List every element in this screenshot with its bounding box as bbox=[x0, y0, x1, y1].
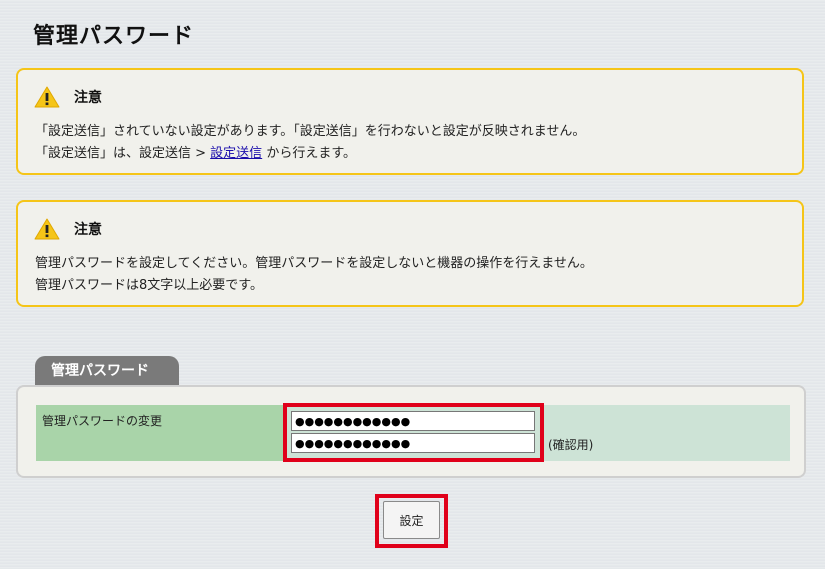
page-title: 管理パスワード bbox=[33, 24, 195, 49]
notice-unsent-settings: 注意 「設定送信」されていない設定があります。「設定送信」を行わないと設定が反映… bbox=[16, 68, 804, 175]
password-change-label: 管理パスワードの変更 bbox=[36, 405, 285, 461]
send-settings-link[interactable]: 設定送信 bbox=[210, 146, 262, 161]
warning-icon bbox=[34, 218, 60, 240]
notice-title: 注意 bbox=[74, 222, 102, 238]
new-password-input[interactable] bbox=[291, 411, 535, 431]
confirm-password-input[interactable] bbox=[291, 433, 535, 453]
notice-header: 注意 bbox=[34, 218, 102, 240]
notice-header: 注意 bbox=[34, 86, 102, 108]
warning-icon bbox=[34, 86, 60, 108]
notice-password-required: 注意 管理パスワードを設定してください。管理パスワードを設定しないと機器の操作を… bbox=[16, 200, 804, 307]
set-button[interactable]: 設定 bbox=[383, 501, 440, 539]
notice-text: から行えます。 bbox=[262, 146, 357, 161]
section-tab-admin-password: 管理パスワード bbox=[35, 356, 179, 386]
notice-message-line2: 管理パスワードは8文字以上必要です。 bbox=[35, 278, 263, 293]
notice-text: 「設定送信」は、設定送信 > bbox=[35, 146, 211, 161]
notice-message-line2: 「設定送信」は、設定送信 > 設定送信 から行えます。 bbox=[35, 142, 356, 161]
confirm-note: (確認用) bbox=[548, 438, 594, 452]
notice-message: 「設定送信」されていない設定があります。「設定送信」を行わないと設定が反映されま… bbox=[35, 124, 586, 139]
notice-title: 注意 bbox=[74, 90, 102, 106]
notice-message: 管理パスワードを設定してください。管理パスワードを設定しないと機器の操作を行えま… bbox=[35, 256, 593, 271]
